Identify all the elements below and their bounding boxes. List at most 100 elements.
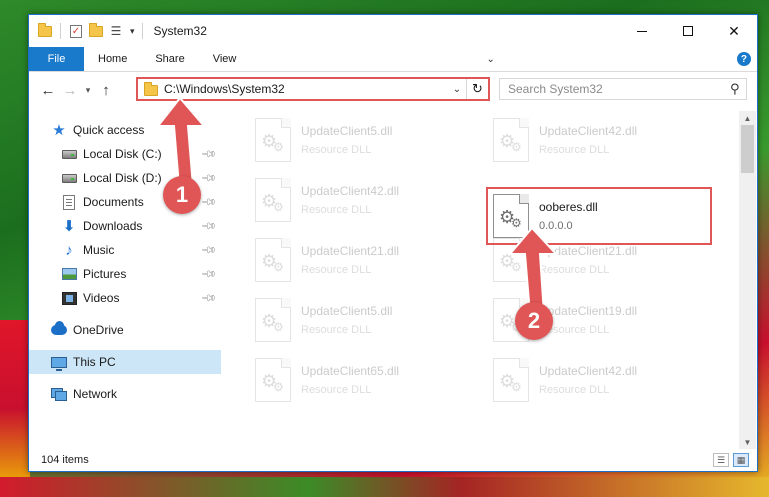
- explorer-window: ✓ ☰ ▾ System32 ✕ File Home Share View ⌄ …: [28, 14, 758, 472]
- expand-ribbon-icon[interactable]: ⌄: [480, 47, 502, 71]
- minimize-button[interactable]: [619, 15, 665, 47]
- file-name: UpdateClient65.dll: [301, 364, 400, 378]
- file-item[interactable]: ⚙ ⚙ UpdateClient5.dll Resource DLL: [245, 111, 465, 169]
- properties-check-icon[interactable]: ✓: [68, 23, 84, 39]
- tab-label: Share: [155, 53, 185, 65]
- new-folder-icon[interactable]: [88, 22, 104, 39]
- file-item[interactable]: ⚙ ⚙ UpdateClient5.dll Resource DLL: [245, 291, 465, 349]
- nav-item-label: Network: [73, 387, 118, 401]
- maximize-button[interactable]: [665, 15, 711, 47]
- window-title: System32: [153, 24, 207, 38]
- pin-icon[interactable]: 📌︎: [200, 242, 217, 259]
- pin-icon[interactable]: 📌︎: [200, 266, 217, 283]
- dll-file-icon: ⚙⚙: [255, 358, 291, 402]
- search-input[interactable]: Search System32: [508, 82, 724, 96]
- scroll-thumb[interactable]: [741, 125, 754, 173]
- file-name: UpdateClient42.dll: [301, 184, 400, 198]
- details-view-icon[interactable]: ☰: [713, 453, 729, 467]
- nav-item-music[interactable]: ♪ Music 📌︎: [29, 238, 221, 262]
- dll-file-icon: ⚙⚙: [255, 118, 291, 162]
- nav-item-network[interactable]: Network: [29, 382, 221, 406]
- music-icon: ♪: [65, 241, 73, 259]
- view-toggle-group: ☰ ▦: [713, 453, 749, 467]
- folder-icon: [37, 22, 53, 39]
- tab-label: File: [47, 53, 66, 65]
- dll-file-icon: ⚙⚙: [255, 238, 291, 282]
- dll-file-icon: ⚙⚙: [493, 358, 529, 402]
- search-box[interactable]: Search System32 ⚲: [499, 78, 747, 100]
- up-arrow-icon: ↑: [102, 81, 110, 99]
- file-type: Resource DLL: [301, 144, 372, 156]
- nav-item-label: Videos: [83, 291, 120, 305]
- quick-access-toolbar: ✓ ☰ ▾: [37, 15, 146, 47]
- file-item[interactable]: ⚙ ⚙ UpdateClient65.dll Resource DLL: [245, 351, 465, 409]
- file-item[interactable]: ⚙ ⚙ UpdateClient42.dll Resource DLL: [245, 171, 465, 229]
- background-parrot: [0, 320, 30, 497]
- tab-home[interactable]: Home: [84, 47, 141, 71]
- dll-file-icon: ⚙⚙: [493, 118, 529, 162]
- file-type: Resource DLL: [539, 384, 610, 396]
- folder-icon: [144, 82, 158, 96]
- file-item[interactable]: ⚙ ⚙ UpdateClient42.dll Resource DLL: [483, 351, 703, 409]
- refresh-icon: ↻: [472, 81, 483, 96]
- navigation-bar: ← → ▾ ↑ C:\Windows\System32 ⌄ ↻ Search S…: [29, 73, 757, 107]
- pin-icon[interactable]: 📌︎: [200, 218, 217, 235]
- toolbar-divider: [141, 23, 143, 39]
- chevron-down-icon[interactable]: ▾: [130, 26, 135, 37]
- documents-icon: [61, 194, 77, 210]
- search-icon[interactable]: ⚲: [724, 81, 746, 97]
- close-button[interactable]: ✕: [711, 15, 757, 47]
- scroll-down-icon[interactable]: ▼: [739, 435, 756, 449]
- dll-file-icon: ⚙⚙: [255, 298, 291, 342]
- refresh-button[interactable]: ↻: [466, 79, 488, 99]
- file-item[interactable]: ⚙ ⚙ UpdateClient42.dll Resource DLL: [483, 111, 703, 169]
- tab-view[interactable]: View: [199, 47, 251, 71]
- nav-item-pictures[interactable]: Pictures 📌︎: [29, 262, 221, 286]
- pin-icon[interactable]: 📌︎: [200, 290, 217, 307]
- nav-item-label: Downloads: [83, 219, 143, 233]
- nav-item-label: Quick access: [73, 123, 145, 137]
- onedrive-icon: [51, 321, 67, 338]
- up-button[interactable]: ↑: [95, 79, 117, 101]
- nav-item-label: Documents: [83, 195, 144, 209]
- file-name: UpdateClient42.dll: [539, 124, 638, 138]
- tab-file[interactable]: File: [29, 47, 84, 71]
- nav-item-label: Pictures: [83, 267, 127, 281]
- file-name: UpdateClient5.dll: [301, 304, 393, 318]
- recent-locations-button[interactable]: ▾: [81, 79, 95, 101]
- downloads-icon: ⬇: [62, 218, 76, 235]
- tab-label: Home: [98, 53, 128, 65]
- scroll-up-icon[interactable]: ▲: [739, 111, 756, 125]
- background-bottom-strip: [0, 477, 769, 497]
- tiles-view-icon[interactable]: ▦: [733, 453, 749, 467]
- disk-icon: [61, 146, 77, 162]
- nav-item-label: OneDrive: [73, 323, 124, 337]
- address-path[interactable]: C:\Windows\System32: [164, 82, 448, 96]
- pictures-icon: [61, 266, 77, 282]
- toolbar-divider: [60, 23, 61, 39]
- forward-button[interactable]: →: [59, 79, 81, 101]
- title-bar: ✓ ☰ ▾ System32 ✕: [29, 15, 757, 47]
- file-type: Resource DLL: [539, 144, 610, 156]
- customize-toolbar-icon[interactable]: ☰: [108, 23, 124, 39]
- file-item[interactable]: ⚙ ⚙ UpdateClient21.dll Resource DLL: [245, 231, 465, 289]
- nav-item-videos[interactable]: Videos 📌︎: [29, 286, 221, 310]
- chevron-down-icon[interactable]: ⌄: [448, 84, 466, 95]
- tab-share[interactable]: Share: [141, 47, 198, 71]
- star-icon: ★: [52, 122, 66, 139]
- ribbon-tabs: File Home Share View ⌄ ?: [29, 47, 757, 72]
- chevron-down-icon: ▾: [85, 84, 91, 95]
- back-button[interactable]: ←: [37, 79, 59, 101]
- status-bar: 104 items ☰ ▦: [29, 449, 757, 471]
- nav-item-this-pc[interactable]: This PC: [29, 350, 221, 374]
- videos-icon: [61, 290, 77, 306]
- nav-item-onedrive[interactable]: OneDrive: [29, 318, 221, 342]
- file-name: UpdateClient21.dll: [301, 244, 400, 258]
- file-name: UpdateClient42.dll: [539, 364, 638, 378]
- help-icon: ?: [736, 52, 751, 66]
- help-button[interactable]: ?: [731, 47, 757, 71]
- vertical-scrollbar[interactable]: ▲ ▼: [739, 111, 756, 449]
- dll-file-icon: ⚙⚙: [255, 178, 291, 222]
- file-type: Resource DLL: [301, 324, 372, 336]
- file-type: Resource DLL: [301, 264, 372, 276]
